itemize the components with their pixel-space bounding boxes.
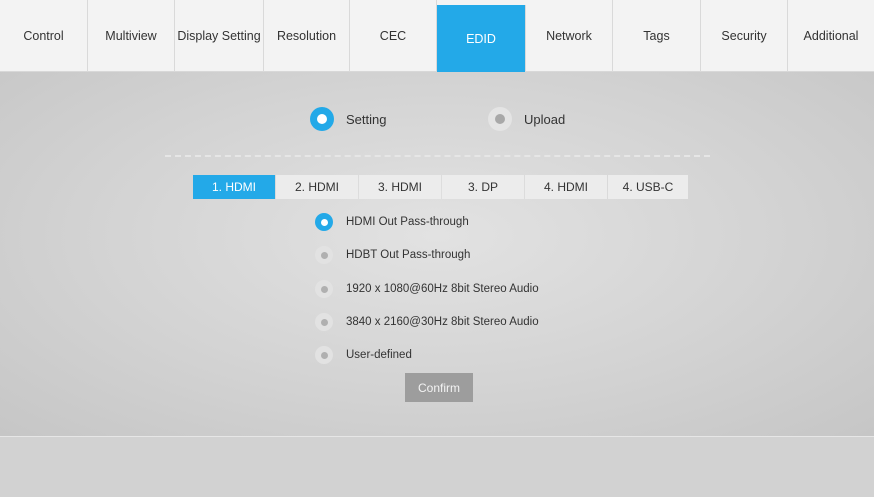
footer-bar bbox=[0, 436, 874, 497]
edid-option-hdmi-out-passthrough[interactable]: HDMI Out Pass-through bbox=[315, 213, 469, 231]
edid-option-user-defined[interactable]: User-defined bbox=[315, 346, 412, 364]
input-port-tabs: 1. HDMI 2. HDMI 3. HDMI 3. DP 4. HDMI 4.… bbox=[193, 175, 689, 199]
edid-option-label: User-defined bbox=[346, 349, 412, 361]
port-tab-3-dp[interactable]: 3. DP bbox=[442, 175, 524, 199]
tab-multiview[interactable]: Multiview bbox=[88, 0, 175, 72]
radio-unselected-icon bbox=[315, 246, 333, 264]
radio-unselected-icon bbox=[315, 346, 333, 364]
tab-resolution[interactable]: Resolution bbox=[264, 0, 350, 72]
port-tab-4-hdmi[interactable]: 4. HDMI bbox=[525, 175, 607, 199]
tab-tags[interactable]: Tags bbox=[613, 0, 701, 72]
tab-security[interactable]: Security bbox=[701, 0, 788, 72]
edid-option-2160p30[interactable]: 3840 x 2160@30Hz 8bit Stereo Audio bbox=[315, 313, 539, 331]
radio-selected-icon bbox=[310, 107, 334, 131]
port-tab-1-hdmi[interactable]: 1. HDMI bbox=[193, 175, 275, 199]
dashed-divider bbox=[165, 155, 710, 157]
top-nav: Control Multiview Display Setting Resolu… bbox=[0, 0, 874, 72]
radio-unselected-icon bbox=[315, 280, 333, 298]
port-tab-4-usb-c[interactable]: 4. USB-C bbox=[608, 175, 688, 199]
setting-label: Setting bbox=[346, 111, 387, 127]
edid-option-label: HDMI Out Pass-through bbox=[346, 216, 469, 228]
port-tab-3-hdmi[interactable]: 3. HDMI bbox=[359, 175, 441, 199]
radio-unselected-icon bbox=[315, 313, 333, 331]
edid-option-label: 3840 x 2160@30Hz 8bit Stereo Audio bbox=[346, 316, 539, 328]
edid-option-hdbt-out-passthrough[interactable]: HDBT Out Pass-through bbox=[315, 246, 470, 264]
radio-selected-icon bbox=[315, 213, 333, 231]
tab-display-setting[interactable]: Display Setting bbox=[175, 0, 264, 72]
tab-cec[interactable]: CEC bbox=[350, 0, 437, 72]
port-tab-2-hdmi[interactable]: 2. HDMI bbox=[276, 175, 358, 199]
radio-unselected-icon bbox=[488, 107, 512, 131]
upload-radio[interactable]: Upload bbox=[488, 107, 565, 131]
tab-control[interactable]: Control bbox=[0, 0, 88, 72]
edid-option-label: 1920 x 1080@60Hz 8bit Stereo Audio bbox=[346, 283, 539, 295]
tab-edid[interactable]: EDID bbox=[437, 5, 526, 72]
edid-option-label: HDBT Out Pass-through bbox=[346, 249, 471, 261]
tab-additional[interactable]: Additional bbox=[788, 0, 874, 72]
confirm-button[interactable]: Confirm bbox=[405, 373, 473, 402]
upload-label: Upload bbox=[524, 111, 566, 127]
setting-radio[interactable]: Setting bbox=[310, 107, 386, 131]
tab-network[interactable]: Network bbox=[526, 0, 613, 72]
edid-option-1080p60[interactable]: 1920 x 1080@60Hz 8bit Stereo Audio bbox=[315, 280, 539, 298]
